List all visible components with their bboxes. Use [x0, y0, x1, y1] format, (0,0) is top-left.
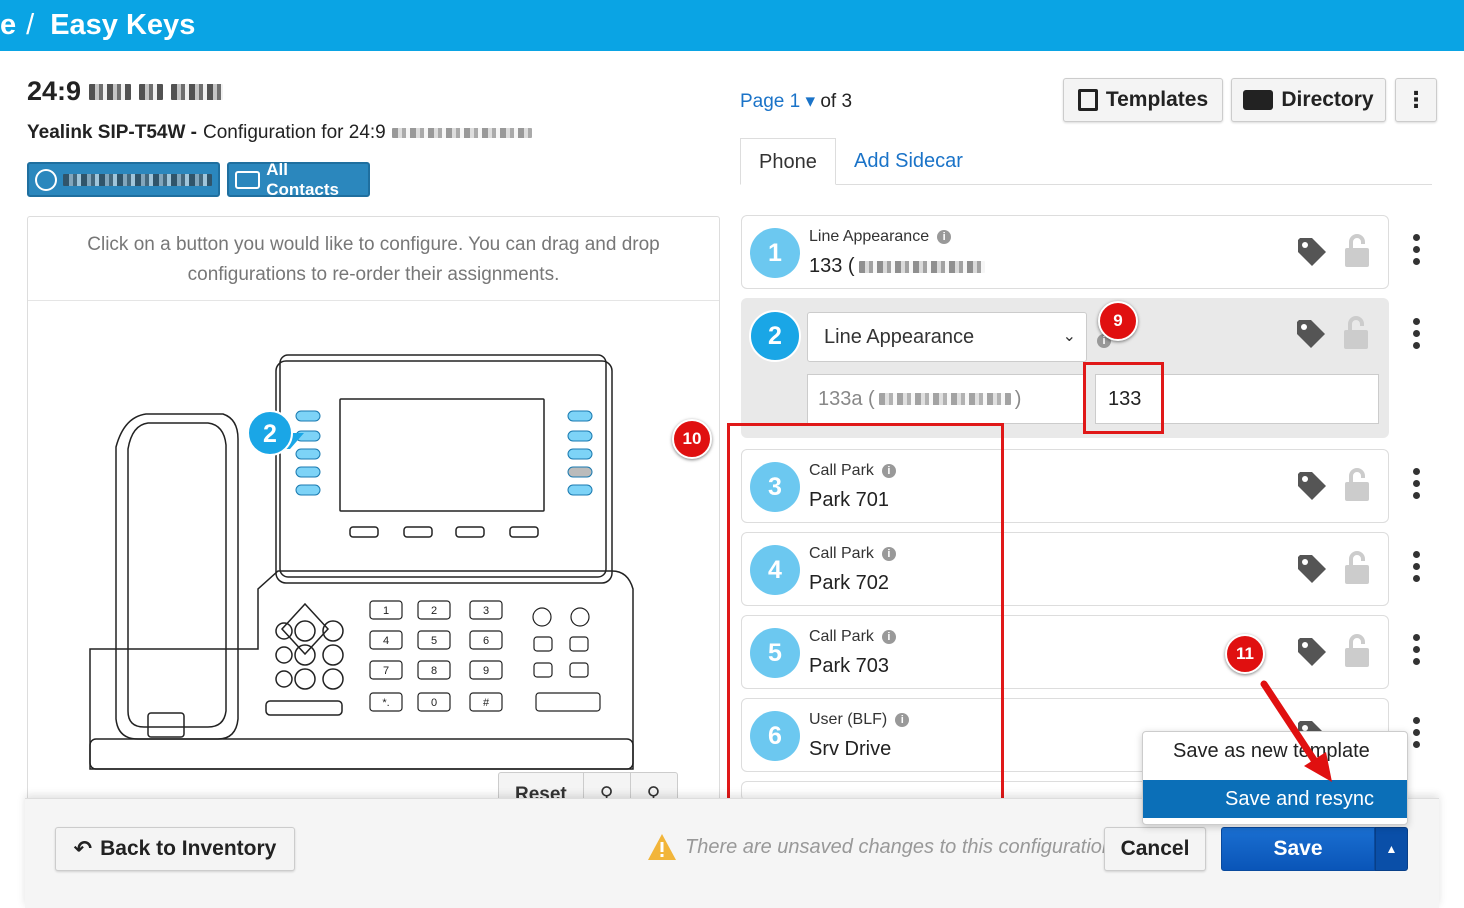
- directory-button[interactable]: Directory: [1231, 78, 1386, 122]
- breadcrumb-separator: /: [26, 9, 35, 41]
- phone-key-callout: 2: [263, 420, 277, 448]
- redacted-text: [171, 83, 224, 100]
- save-button[interactable]: Save: [1221, 827, 1375, 871]
- redacted-text: [89, 83, 132, 100]
- save-dropdown-toggle[interactable]: ▲: [1375, 827, 1408, 871]
- chevron-down-icon: ⌄: [1062, 328, 1076, 345]
- keypad-key-label: 3: [483, 605, 489, 617]
- tab-add-sidecar[interactable]: Add Sidecar: [836, 138, 981, 185]
- keypad-key-label: 6: [483, 635, 489, 647]
- config-label: Configuration for 24:9: [203, 122, 386, 143]
- row-menu-icon[interactable]: [1410, 468, 1422, 504]
- back-to-inventory-button[interactable]: ↶ Back to Inventory: [55, 827, 295, 871]
- templates-button[interactable]: Templates: [1063, 78, 1223, 122]
- tag-icon[interactable]: [1296, 553, 1328, 585]
- keypad-key-label: 2: [431, 605, 437, 617]
- annotation-box-extension: [1083, 362, 1164, 434]
- all-contacts-label: All Contacts: [266, 159, 339, 199]
- redacted-text: [858, 260, 985, 273]
- phone-book-icon: [1077, 89, 1098, 111]
- key-value-label: 133 (: [809, 255, 855, 277]
- contact-card-icon: [1243, 90, 1274, 110]
- page-title: Easy Keys: [50, 9, 196, 41]
- keypad-key-label: *.: [382, 697, 389, 709]
- device-mac-title: 24:9: [27, 76, 224, 107]
- key-row-editing[interactable]: 2 Line Appearance ⌄ i 133a () 133: [741, 298, 1389, 438]
- breadcrumb-prev[interactable]: e: [0, 0, 16, 50]
- keypad-key-label: 8: [431, 665, 437, 677]
- templates-label: Templates: [1105, 88, 1209, 111]
- page-total: of 3: [820, 91, 853, 112]
- user-circle-icon: [35, 168, 57, 191]
- warning-text: There are unsaved changes to this config…: [685, 835, 1114, 858]
- annotation-badge: 9: [1098, 301, 1138, 341]
- page-select[interactable]: Page 1: [740, 91, 800, 112]
- annotation-badge: 11: [1225, 634, 1265, 674]
- annotation-box-park-keys: [727, 423, 1004, 801]
- kebab-icon: ⋮: [1405, 87, 1427, 112]
- instructions-text: Click on a button you would like to conf…: [28, 217, 719, 301]
- row-menu-icon[interactable]: [1410, 717, 1422, 753]
- key-type-selected: Line Appearance: [824, 326, 975, 348]
- info-icon[interactable]: i: [937, 230, 952, 244]
- unlock-icon[interactable]: [1344, 634, 1370, 668]
- phone-panel: Click on a button you would like to conf…: [27, 216, 720, 816]
- more-options-button[interactable]: ⋮: [1395, 78, 1437, 122]
- redacted-text: [878, 393, 1011, 405]
- contact-card-icon: [235, 170, 261, 189]
- redacted-text: [139, 83, 164, 100]
- key-row[interactable]: 1 Line Appearance i 133 (: [741, 215, 1389, 289]
- back-label: Back to Inventory: [100, 837, 277, 860]
- key-value: 133 (: [809, 255, 985, 278]
- page-indicator: Page 1 ▾ of 3: [740, 90, 852, 113]
- annotation-badge: 10: [672, 419, 712, 459]
- unlock-icon[interactable]: [1343, 316, 1369, 350]
- top-header: e / Easy Keys: [0, 0, 1464, 51]
- row-menu-icon[interactable]: [1410, 318, 1422, 354]
- chevron-down-icon[interactable]: ▾: [800, 91, 820, 112]
- row-menu-icon[interactable]: [1410, 634, 1422, 670]
- directory-label: Directory: [1281, 88, 1374, 111]
- row-menu-icon[interactable]: [1410, 551, 1422, 587]
- label-input-close: ): [1014, 388, 1022, 410]
- device-subtitle: Yealink SIP-T54W - Configuration for 24:…: [27, 122, 532, 144]
- tab-phone[interactable]: Phone: [740, 138, 836, 185]
- keypad-key-label: 7: [383, 665, 389, 677]
- device-model: Yealink SIP-T54W -: [27, 122, 197, 143]
- tag-icon[interactable]: [1295, 318, 1327, 350]
- cancel-button[interactable]: Cancel: [1104, 827, 1206, 871]
- tag-icon[interactable]: [1296, 236, 1328, 268]
- phone-illustration: 1 2 3 4 5 6 7 8 9 *. 0 # 2: [89, 354, 634, 770]
- tag-icon[interactable]: [1296, 636, 1328, 668]
- unsaved-warning: There are unsaved changes to this config…: [647, 833, 1113, 861]
- label-input[interactable]: 133a (): [807, 374, 1085, 424]
- keypad-key-label: 4: [383, 635, 389, 647]
- warning-icon: [648, 834, 676, 860]
- mac-prefix: 24:9: [27, 76, 82, 106]
- row-menu-icon[interactable]: [1410, 234, 1422, 270]
- keypad-key-label: 1: [383, 605, 389, 617]
- key-type-label: Line Appearance: [809, 228, 930, 245]
- key-type-select[interactable]: Line Appearance ⌄: [807, 312, 1087, 362]
- keypad-key-label: 0: [431, 697, 437, 709]
- key-number: 1: [750, 228, 800, 278]
- key-number: 2: [749, 310, 801, 362]
- reply-arrow-icon: ↶: [73, 836, 93, 861]
- unlock-icon[interactable]: [1344, 551, 1370, 585]
- annotation-arrow: [1260, 680, 1332, 782]
- keypad-key-label: 9: [483, 665, 489, 677]
- redacted-text: [62, 173, 212, 186]
- all-contacts-button[interactable]: All Contacts: [227, 159, 370, 199]
- caret-up-icon: ▲: [1385, 842, 1398, 856]
- keypad-key-label: #: [483, 697, 490, 709]
- unlock-icon[interactable]: [1344, 234, 1370, 268]
- key-type: Line Appearance i: [809, 228, 952, 246]
- config-tabs: Phone Add Sidecar: [740, 138, 1432, 185]
- user-chip[interactable]: [27, 162, 220, 197]
- redacted-text: [391, 128, 532, 138]
- keypad-key-label: 5: [431, 635, 437, 647]
- unlock-icon[interactable]: [1344, 468, 1370, 502]
- tag-icon[interactable]: [1296, 470, 1328, 502]
- label-input-value: 133a (: [818, 388, 875, 410]
